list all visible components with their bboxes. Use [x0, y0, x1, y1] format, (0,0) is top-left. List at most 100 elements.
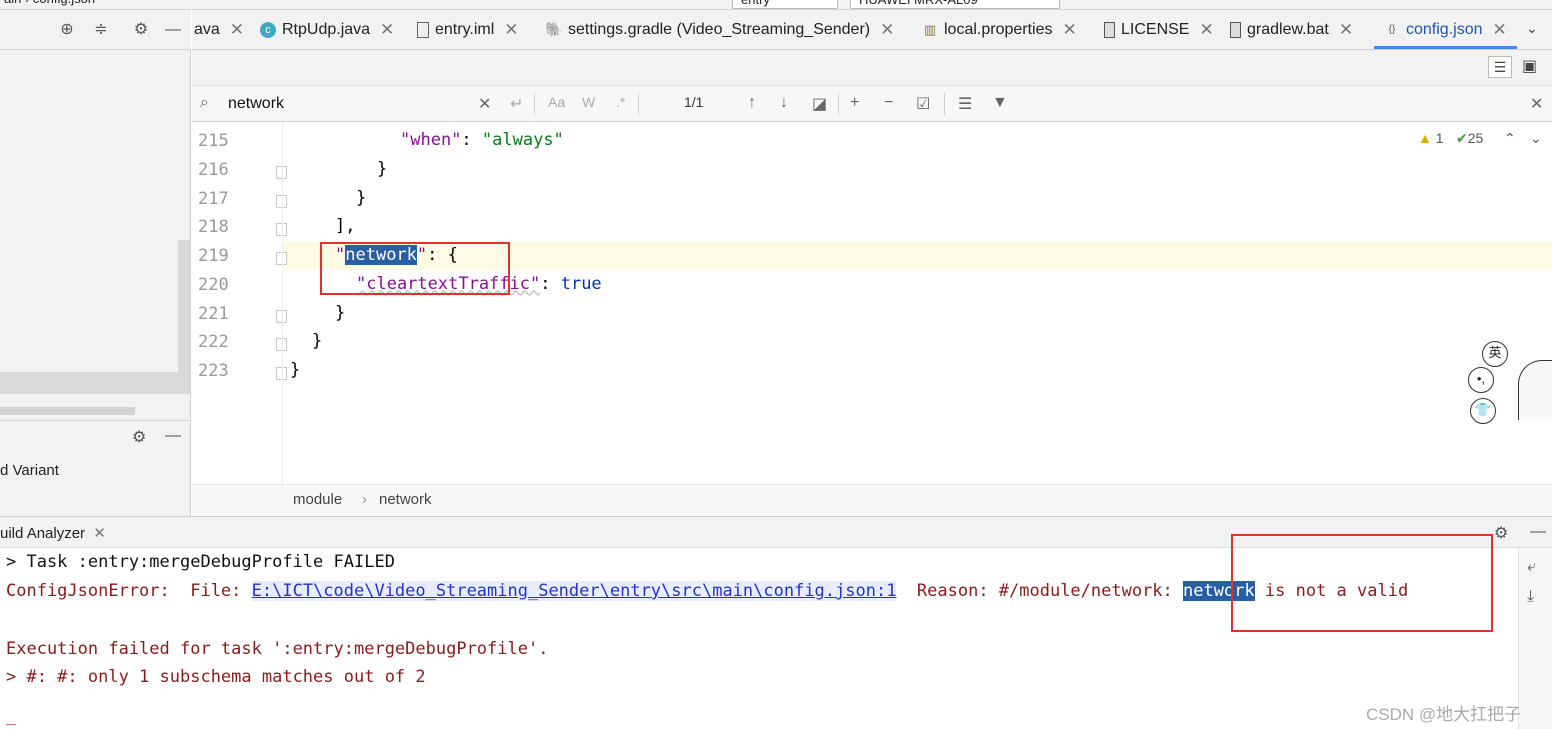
tab-java[interactable]: ava ✕ [194, 10, 244, 49]
breadcrumb-module[interactable]: module [293, 491, 342, 508]
tab-local-properties[interactable]: ▥ local.properties ✕ [922, 10, 1077, 49]
ime-punctuation-icon[interactable]: •, [1468, 367, 1494, 393]
device-select[interactable]: HUAWEI MRX-AL09 [850, 0, 1060, 9]
close-icon[interactable]: ✕ [93, 525, 106, 542]
file-link[interactable]: E:\ICT\code\Video_Streaming_Sender\entry… [251, 581, 897, 601]
tab-license[interactable]: LICENSE ✕ [1104, 10, 1214, 49]
build-variants-header: ⚙ — [0, 420, 190, 450]
output-line: ConfigJsonError: File: E:\ICT\code\Video… [6, 581, 1409, 601]
project-panel: ⊕ ≑ ⚙ — ⚙ — d Variant [0, 10, 191, 516]
output-line: > Task :entry:mergeDebugProfile FAILED [6, 552, 395, 572]
build-variant-column: d Variant [0, 462, 59, 479]
code-line-223: } [290, 360, 301, 380]
minimize-icon[interactable]: — [165, 427, 181, 445]
code-editor[interactable]: 215 216 217 218 219 220 221 222 223 "whe… [192, 122, 1552, 484]
gear-icon[interactable]: ⚙ [132, 21, 150, 39]
properties-icon: ▥ [923, 21, 937, 37]
new-line-icon[interactable]: ↵ [510, 94, 523, 114]
tab-label: config.json [1406, 20, 1483, 38]
gear-icon[interactable]: ⚙ [1494, 523, 1508, 543]
scroll-to-end-icon[interactable]: ⤓ [1527, 588, 1534, 606]
project-toolbar: ⊕ ≑ ⚙ — [0, 10, 191, 50]
add-selection-icon[interactable]: + [850, 94, 859, 112]
tab-build-analyzer[interactable]: uild Analyzer ✕ [0, 524, 106, 542]
match-case-toggle[interactable]: Aa [548, 94, 565, 110]
inspection-ok-icon[interactable]: ✔25 [1456, 130, 1483, 147]
prev-highlight-icon[interactable]: ⌃ [1504, 130, 1516, 147]
select-all-icon[interactable]: ☑ [916, 94, 930, 114]
close-icon[interactable]: ✕ [1493, 20, 1507, 40]
line-number: 221 [198, 304, 229, 324]
panel-splitter[interactable] [0, 372, 190, 394]
line-number: 217 [198, 189, 229, 209]
remove-selection-icon[interactable]: − [884, 94, 893, 112]
vertical-scrollbar[interactable] [178, 240, 190, 372]
nav-breadcrumb[interactable]: ain › config.json [0, 0, 103, 9]
minimize-icon[interactable]: — [164, 21, 182, 39]
clear-icon[interactable]: ✕ [478, 94, 491, 114]
tab-list-chevron-icon[interactable]: ⌄ [1526, 20, 1538, 37]
close-icon[interactable]: ✕ [1339, 20, 1353, 40]
collapse-all-icon[interactable]: ≑ [92, 21, 110, 39]
code-line-221: } [335, 303, 346, 323]
minimize-icon[interactable]: — [1530, 523, 1546, 541]
tab-settings-gradle[interactable]: 🐘 settings.gradle (Video_Streaming_Sende… [545, 10, 894, 49]
search-input[interactable] [228, 92, 468, 116]
previous-occurrence-icon[interactable]: ↑ [748, 94, 756, 112]
words-toggle[interactable]: W [582, 94, 595, 110]
close-icon[interactable]: ✕ [1199, 20, 1213, 40]
gear-icon[interactable]: ⚙ [132, 427, 146, 447]
tab-entry-iml[interactable]: entry.iml ✕ [417, 10, 519, 49]
line-gutter: 215 216 217 218 219 220 221 222 223 [192, 122, 287, 484]
close-icon[interactable]: ✕ [230, 20, 244, 40]
output-cursor: _ [6, 706, 17, 726]
line-number: 216 [198, 160, 229, 180]
build-output[interactable]: > Task :entry:mergeDebugProfile FAILED C… [0, 534, 1518, 729]
locate-icon[interactable]: ⊕ [58, 21, 76, 39]
filter-results-icon[interactable]: ☰ [958, 94, 972, 114]
ime-language-icon[interactable]: 英 [1482, 341, 1508, 367]
code-line-218: ], [335, 216, 356, 236]
horizontal-scrollbar[interactable] [0, 407, 135, 415]
filter-icon[interactable]: ▼ [992, 94, 1008, 112]
next-occurrence-icon[interactable]: ↓ [780, 94, 788, 112]
tab-label: entry.iml [435, 20, 495, 38]
close-find-icon[interactable]: ✕ [1530, 94, 1543, 114]
close-icon[interactable]: ✕ [1063, 20, 1077, 40]
ime-skin-icon[interactable]: 👕 [1470, 398, 1496, 424]
warning-icon[interactable]: ▲ 1 [1418, 130, 1444, 146]
code-line-215: "when": "always" [400, 130, 564, 150]
tab-label: ava [194, 20, 220, 38]
line-number: 223 [198, 361, 229, 381]
output-line: > #: #: only 1 subschema matches out of … [6, 667, 426, 687]
match-count: 1/1 [684, 94, 704, 110]
run-config-select[interactable]: entry [732, 0, 838, 9]
code-line-216: } [377, 159, 388, 179]
tab-config-json[interactable]: {} config.json ✕ [1374, 10, 1517, 49]
close-icon[interactable]: ✕ [880, 20, 894, 40]
code-line-217: } [356, 188, 367, 208]
next-highlight-icon[interactable]: ⌄ [1530, 130, 1542, 147]
class-icon: c [260, 21, 276, 38]
reader-mode-icon[interactable]: ☰ [1488, 56, 1512, 78]
close-icon[interactable]: ✕ [380, 20, 394, 40]
build-side-toolbar: ⤶ ⤓ [1518, 548, 1552, 729]
breadcrumb-separator: › [362, 491, 367, 508]
close-icon[interactable]: ✕ [504, 20, 518, 40]
search-icon[interactable]: ⌕ [200, 94, 209, 112]
preview-icon[interactable]: ▣ [1522, 56, 1537, 76]
breadcrumb-network[interactable]: network [379, 491, 432, 508]
find-bar: ⌕ ✕ ↵ Aa W .* 1/1 ↑ ↓ ◪ + − ☑ ☰ ▼ ✕ [192, 86, 1552, 122]
tab-gradlew-bat[interactable]: gradlew.bat ✕ [1230, 10, 1353, 49]
bat-file-icon [1230, 21, 1241, 38]
line-number: 219 [198, 246, 229, 266]
soft-wrap-icon[interactable]: ⤶ [1527, 558, 1536, 576]
regex-toggle[interactable]: .* [616, 94, 625, 110]
ime-mascot[interactable] [1518, 360, 1552, 420]
select-all-occurrences-icon[interactable]: ◪ [812, 94, 827, 114]
gradle-icon: 🐘 [545, 21, 563, 37]
tab-label: local.properties [944, 20, 1053, 38]
tab-label: LICENSE [1121, 20, 1190, 38]
line-number: 220 [198, 275, 229, 295]
tab-rtpudp[interactable]: c RtpUdp.java ✕ [260, 10, 394, 49]
